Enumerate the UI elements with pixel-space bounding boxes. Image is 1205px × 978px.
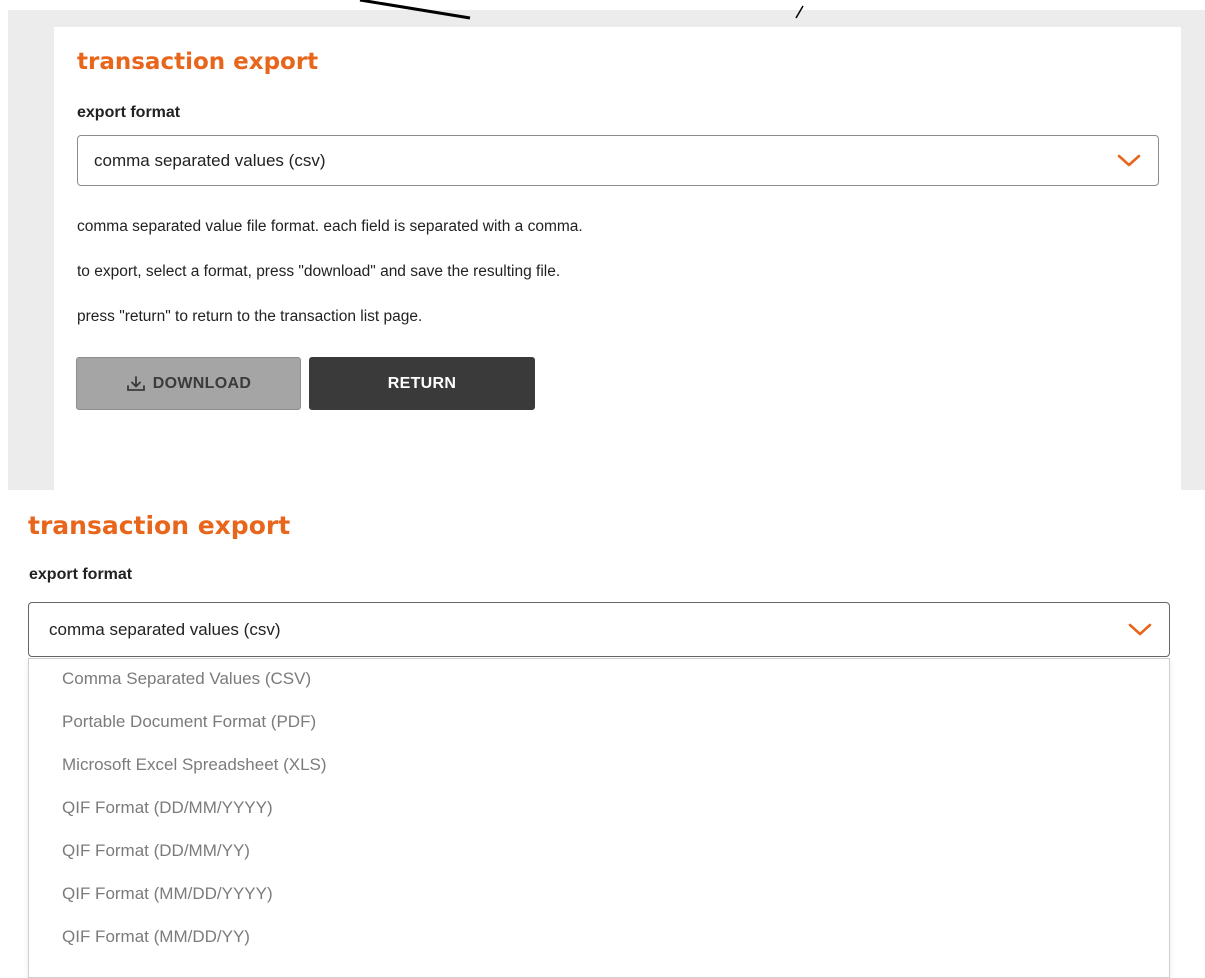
chevron-down-icon <box>1117 154 1141 166</box>
export-format-label: export format <box>29 566 133 583</box>
export-panel-dropdown-open: transaction export export format comma s… <box>0 490 1205 978</box>
download-icon <box>126 375 145 391</box>
format-option-qif-dd-mm-yyyy[interactable]: QIF Format (DD/MM/YYYY) <box>62 798 273 818</box>
export-format-select[interactable]: comma separated values (csv) <box>77 135 1159 186</box>
export-format-label: export format <box>77 104 181 121</box>
chevron-down-icon <box>1128 623 1152 635</box>
download-button[interactable]: DOWNLOAD <box>76 357 301 410</box>
return-button[interactable]: RETURN <box>309 357 535 410</box>
format-option-xls[interactable]: Microsoft Excel Spreadsheet (XLS) <box>62 755 327 775</box>
page-title: transaction export <box>77 49 319 75</box>
format-option-csv[interactable]: Comma Separated Values (CSV) <box>62 669 311 689</box>
export-panel-top: transaction export export format comma s… <box>54 27 1181 490</box>
return-instructions: press "return" to return to the transact… <box>77 308 423 325</box>
export-format-value: comma separated values (csv) <box>94 150 326 170</box>
export-format-select-open[interactable]: comma separated values (csv) <box>28 602 1170 657</box>
return-button-label: RETURN <box>387 374 457 392</box>
format-option-pdf[interactable]: Portable Document Format (PDF) <box>62 712 316 732</box>
export-format-options: Comma Separated Values (CSV) Portable Do… <box>28 658 1170 978</box>
format-option-qif-mm-dd-yy[interactable]: QIF Format (MM/DD/YY) <box>62 927 250 947</box>
page-title: transaction export <box>28 511 291 540</box>
export-instructions: to export, select a format, press "downl… <box>77 263 561 280</box>
format-option-qif-dd-mm-yy[interactable]: QIF Format (DD/MM/YY) <box>62 841 250 861</box>
download-button-label: DOWNLOAD <box>152 374 252 392</box>
export-format-value: comma separated values (csv) <box>49 619 281 639</box>
format-description: comma separated value file format. each … <box>77 218 583 235</box>
format-option-qif-mm-dd-yyyy[interactable]: QIF Format (MM/DD/YYYY) <box>62 884 273 904</box>
decorative-arc <box>359 0 804 20</box>
